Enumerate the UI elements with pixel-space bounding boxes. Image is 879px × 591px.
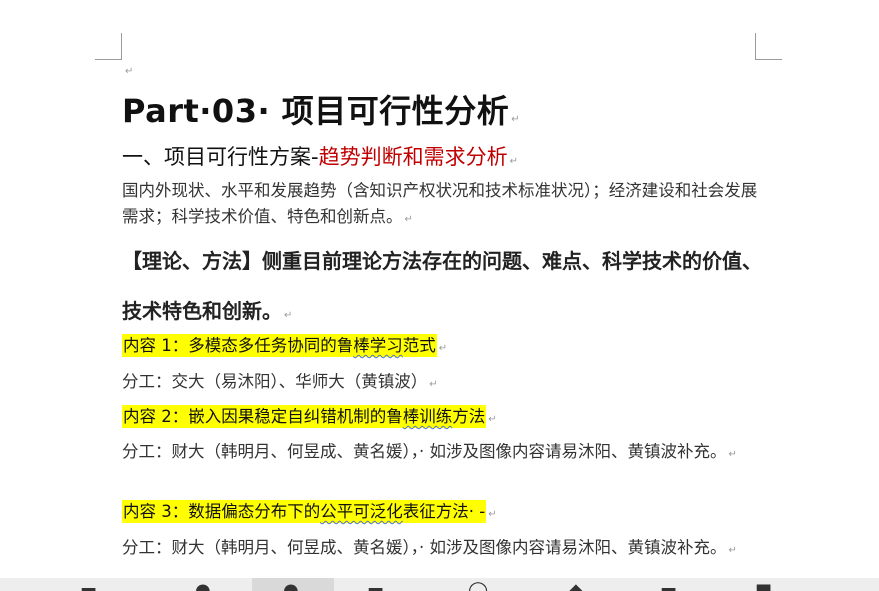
content-item-1[interactable]: 内容 1：多模态多任务协同的鲁棒学习范式 ↵ (122, 332, 448, 357)
division-item-1[interactable]: 分工：交大（易沐阳）、华师大（黄镇波） ↵ (122, 369, 762, 398)
content-highlight: 内容 2：嵌入因果稳定自纠错机制的鲁棒训练方法 (122, 405, 487, 428)
taskbar-icon[interactable]: ● (195, 582, 211, 591)
taskbar-icon[interactable]: ◆ (569, 582, 583, 591)
paragraph-mark: ↵ (509, 156, 518, 167)
paragraph-mark: ↵ (488, 414, 497, 425)
crop-mark-top-right (755, 33, 782, 60)
spellcheck-underline: 公平可泛化 (320, 502, 403, 521)
taskbar-icon[interactable]: ■ (755, 582, 772, 591)
heading-text: 一、项目可行性方案- (122, 145, 319, 169)
paragraph-mark: ↵ (438, 343, 448, 354)
theory-paragraph[interactable]: 【理论、方法】侧重目前理论方法存在的问题、难点、科学技术的价值、技术特色和创新。… (122, 236, 762, 341)
spellcheck-underline: 棒训练 (402, 407, 453, 426)
taskbar-icon[interactable]: ◯ (468, 582, 488, 591)
content-text: 内容 1：多模态多任务协同的鲁 (123, 336, 354, 355)
content-text: 内容 2：嵌入因果稳定自纠错机制的鲁 (123, 407, 403, 426)
intro-text: 国内外现状、水平和发展趋势（含知识产权状况和技术标准状况）；经济建设和社会发展需… (122, 181, 758, 226)
taskbar-icon[interactable]: ● (283, 582, 299, 591)
division-item-3[interactable]: 分工：财大（韩明月、何昱成、黄名媛），· 如涉及图像内容请易沐阳、黄镇波补充。 ↵ (122, 535, 762, 564)
theory-text: 【理论、方法】侧重目前理论方法存在的问题、难点、科学技术的价值、技术特色和创新。 (122, 249, 762, 323)
spellcheck-underline: 棒学习 (353, 336, 403, 355)
division-item-2[interactable]: 分工：财大（韩明月、何昱成、黄名媛），· 如涉及图像内容请易沐阳、黄镇波补充。 ↵ (122, 439, 762, 468)
content-highlight: 内容 3：数据偏态分布下的公平可泛化表征方法· - (122, 500, 487, 523)
section-heading[interactable]: 一、项目可行性方案-趋势判断和需求分析 ↵ (122, 141, 518, 171)
taskbar-icon[interactable]: ▬ (367, 582, 384, 591)
paragraph-mark: ↵ (429, 379, 438, 390)
content-item-2[interactable]: 内容 2：嵌入因果稳定自纠错机制的鲁棒训练方法 ↵ (122, 403, 497, 428)
paragraph-mark: ↵ (284, 310, 293, 321)
division-text: 分工：交大（易沐阳）、华师大（黄镇波） (122, 372, 428, 391)
taskbar-icon[interactable]: ▬ (80, 582, 97, 591)
document-title[interactable]: Part·03· 项目可行性分析 ↵ (122, 86, 520, 132)
taskbar-icon[interactable]: ▬ (660, 582, 677, 591)
title-text: Part·03· 项目可行性分析 (122, 92, 510, 130)
content-text: 范式 (402, 336, 436, 355)
crop-mark-top-left (95, 33, 122, 60)
paragraph-mark: ↵ (728, 545, 737, 556)
content-text: 方法 (452, 407, 486, 426)
content-item-3[interactable]: 内容 3：数据偏态分布下的公平可泛化表征方法· - ↵ (122, 498, 497, 523)
paragraph-mark: ↵ (125, 66, 134, 77)
division-text: 分工：财大（韩明月、何昱成、黄名媛），· 如涉及图像内容请易沐阳、黄镇波补充。 (122, 442, 727, 461)
paragraph-mark: ↵ (511, 114, 521, 125)
content-text: 内容 3：数据偏态分布下的 (123, 502, 321, 521)
paragraph-mark: ↵ (728, 449, 737, 460)
intro-paragraph[interactable]: 国内外现状、水平和发展趋势（含知识产权状况和技术标准状况）；经济建设和社会发展需… (122, 178, 762, 233)
taskbar: ▬ ● ● ▬ ◯ ◆ ▬ ■ (0, 578, 879, 591)
paragraph-mark: ↵ (488, 509, 497, 520)
content-highlight: 内容 1：多模态多任务协同的鲁棒学习范式 (122, 334, 437, 357)
division-text: 分工：财大（韩明月、何昱成、黄名媛），· 如涉及图像内容请易沐阳、黄镇波补充。 (122, 538, 727, 557)
heading-highlight: 趋势判断和需求分析 (318, 145, 508, 169)
paragraph-mark: ↵ (404, 214, 413, 225)
content-text: 表征方法· - (402, 502, 486, 521)
